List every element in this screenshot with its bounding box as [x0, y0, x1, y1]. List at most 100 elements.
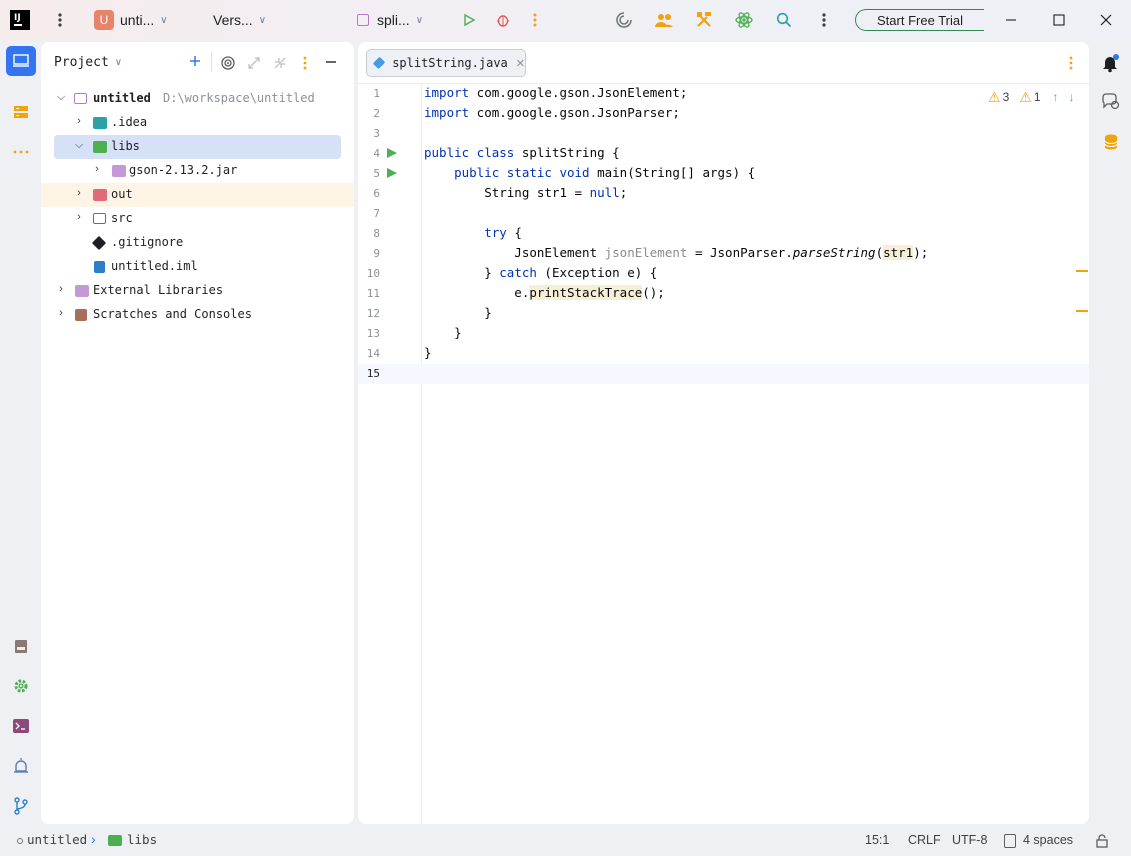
chevron-right-icon[interactable]: › — [55, 307, 67, 319]
ai-chat-icon — [1102, 93, 1120, 110]
tree-item-external-libraries[interactable]: › External Libraries — [41, 279, 354, 303]
weak-warning-icon: ⚠ — [1019, 88, 1032, 105]
run-main-gutter-icon[interactable] — [386, 167, 398, 182]
line-number: 8 — [373, 227, 380, 240]
search-icon[interactable] — [776, 0, 792, 40]
breadcrumb-folder[interactable]: libs — [127, 832, 157, 847]
bookmarks-tool-button[interactable] — [6, 631, 36, 661]
line-number: 14 — [366, 347, 380, 360]
tree-item-out[interactable]: › out — [41, 183, 354, 207]
chevron-right-icon[interactable]: › — [73, 211, 85, 223]
chevron-right-icon[interactable]: › — [91, 163, 103, 175]
notifications-button[interactable] — [1101, 53, 1121, 76]
chevron-down-icon: ∨ — [160, 14, 168, 26]
code-line-14[interactable]: } — [424, 343, 432, 363]
vcs-label: Vers... — [213, 12, 253, 28]
next-highlight-icon[interactable]: ↓ — [1069, 90, 1075, 104]
tools-icon[interactable] — [695, 0, 713, 40]
tree-item-libs[interactable]: ⌵ libs — [54, 135, 341, 159]
hide-panel-icon[interactable] — [325, 56, 337, 71]
services-tool-button[interactable] — [6, 671, 36, 701]
structure-icon — [14, 106, 28, 118]
tree-item-untitled[interactable]: ⌵ untitled D:\workspace\untitled — [41, 87, 354, 111]
libraries-icon — [75, 285, 89, 297]
chevron-right-icon[interactable]: › — [55, 283, 67, 295]
debug-button[interactable] — [495, 0, 511, 40]
collapse-all-icon[interactable] — [273, 56, 287, 73]
project-tool-button[interactable] — [6, 46, 36, 76]
plugin-atom-icon[interactable] — [734, 0, 754, 40]
code-line-5[interactable]: public static void main(String[] args) { — [424, 163, 755, 183]
vcs-selector[interactable]: Vers... ∨ — [213, 0, 266, 40]
maximize-icon[interactable] — [1053, 0, 1065, 40]
app-logo-icon[interactable]: IJ — [10, 0, 30, 40]
tree-item-untitled-iml[interactable]: untitled.iml — [41, 255, 354, 279]
database-button[interactable] — [1103, 133, 1119, 154]
warning-stripe-mark[interactable] — [1076, 310, 1088, 312]
indent-setting[interactable]: 4 spaces — [1023, 833, 1073, 847]
run-button[interactable] — [462, 0, 476, 40]
chevron-right-icon[interactable]: › — [73, 115, 85, 127]
tree-item-scratches[interactable]: › Scratches and Consoles — [41, 303, 354, 327]
chevron-down-icon[interactable]: ⌵ — [73, 139, 85, 152]
run-config-selector[interactable]: spli... ∨ — [357, 0, 423, 40]
tree-item-gson-jar[interactable]: › gson-2.13.2.jar — [41, 159, 354, 183]
warning-stripe-mark[interactable] — [1076, 270, 1088, 272]
more-actions-icon[interactable] — [533, 0, 537, 40]
code-line-4[interactable]: public class splitString { — [424, 143, 620, 163]
problems-tool-button[interactable] — [6, 751, 36, 781]
run-config-label: spli... — [377, 12, 410, 28]
close-icon[interactable] — [1100, 0, 1112, 40]
terminal-tool-button[interactable] — [6, 711, 36, 741]
main-menu-icon[interactable] — [52, 0, 68, 40]
library-folder-icon — [93, 141, 107, 153]
tree-item-label: .gitignore — [111, 235, 184, 249]
code-line-6[interactable]: String str1 = null; — [424, 183, 627, 203]
project-selector[interactable]: U unti... ∨ — [94, 0, 168, 40]
minimize-icon[interactable] — [1005, 0, 1017, 40]
project-badge: U — [94, 10, 114, 30]
idea-folder-icon — [93, 117, 107, 129]
settings-menu-icon[interactable] — [822, 0, 826, 40]
file-encoding[interactable]: UTF-8 — [952, 833, 987, 847]
right-tool-strip — [1093, 40, 1131, 826]
ai-chat-button[interactable] — [1101, 93, 1121, 114]
code-with-me-icon[interactable] — [654, 0, 674, 40]
more-tools-icon[interactable] — [6, 137, 36, 167]
breadcrumb-project[interactable]: untitled — [27, 832, 87, 847]
line-separator[interactable]: CRLF — [908, 833, 941, 847]
locate-icon[interactable] — [220, 55, 236, 74]
tree-item-idea[interactable]: › .idea — [41, 111, 354, 135]
ai-assistant-icon[interactable] — [615, 0, 633, 40]
tab-options-icon[interactable] — [1069, 56, 1073, 73]
unlock-icon[interactable] — [1096, 834, 1108, 851]
code-line-2[interactable]: import com.google.gson.JsonParser; — [424, 103, 680, 123]
expand-all-icon[interactable] — [247, 56, 261, 73]
panel-options-icon[interactable] — [303, 56, 307, 73]
code-line-13[interactable]: } — [424, 323, 462, 343]
line-number: 3 — [373, 127, 380, 140]
editor-tab[interactable]: splitString.java ✕ — [366, 49, 526, 77]
code-line-1[interactable]: import com.google.gson.JsonElement; — [424, 83, 687, 103]
project-name: unti... — [120, 12, 155, 28]
tree-item-gitignore[interactable]: .gitignore — [41, 231, 354, 255]
chevron-down-icon[interactable]: ⌵ — [55, 91, 67, 104]
close-tab-icon[interactable]: ✕ — [516, 57, 525, 70]
code-line-12[interactable]: } — [424, 303, 492, 323]
structure-tool-button[interactable] — [6, 97, 36, 127]
code-line-10[interactable]: } catch (Exception e) { — [424, 263, 657, 283]
code-line-11[interactable]: e.printStackTrace(); — [424, 283, 665, 303]
git-tool-button[interactable] — [6, 791, 36, 821]
run-class-gutter-icon[interactable] — [386, 147, 398, 162]
code-line-8[interactable]: try { — [424, 223, 522, 243]
start-free-trial-button[interactable]: Start Free Trial — [855, 9, 984, 31]
tree-item-src[interactable]: › src — [41, 207, 354, 231]
add-icon[interactable] — [189, 54, 201, 71]
previous-highlight-icon[interactable]: ↑ — [1053, 90, 1059, 104]
inspection-widget[interactable]: ⚠ 3 ⚠ 1 ↑ ↓ — [988, 89, 1075, 105]
chevron-right-icon[interactable]: › — [73, 187, 85, 199]
excluded-folder-icon — [93, 189, 107, 201]
code-line-9[interactable]: JsonElement jsonElement = JsonParser.par… — [424, 243, 928, 263]
caret-position[interactable]: 15:1 — [865, 833, 889, 847]
project-view-selector[interactable]: Project ∨ — [54, 55, 122, 70]
